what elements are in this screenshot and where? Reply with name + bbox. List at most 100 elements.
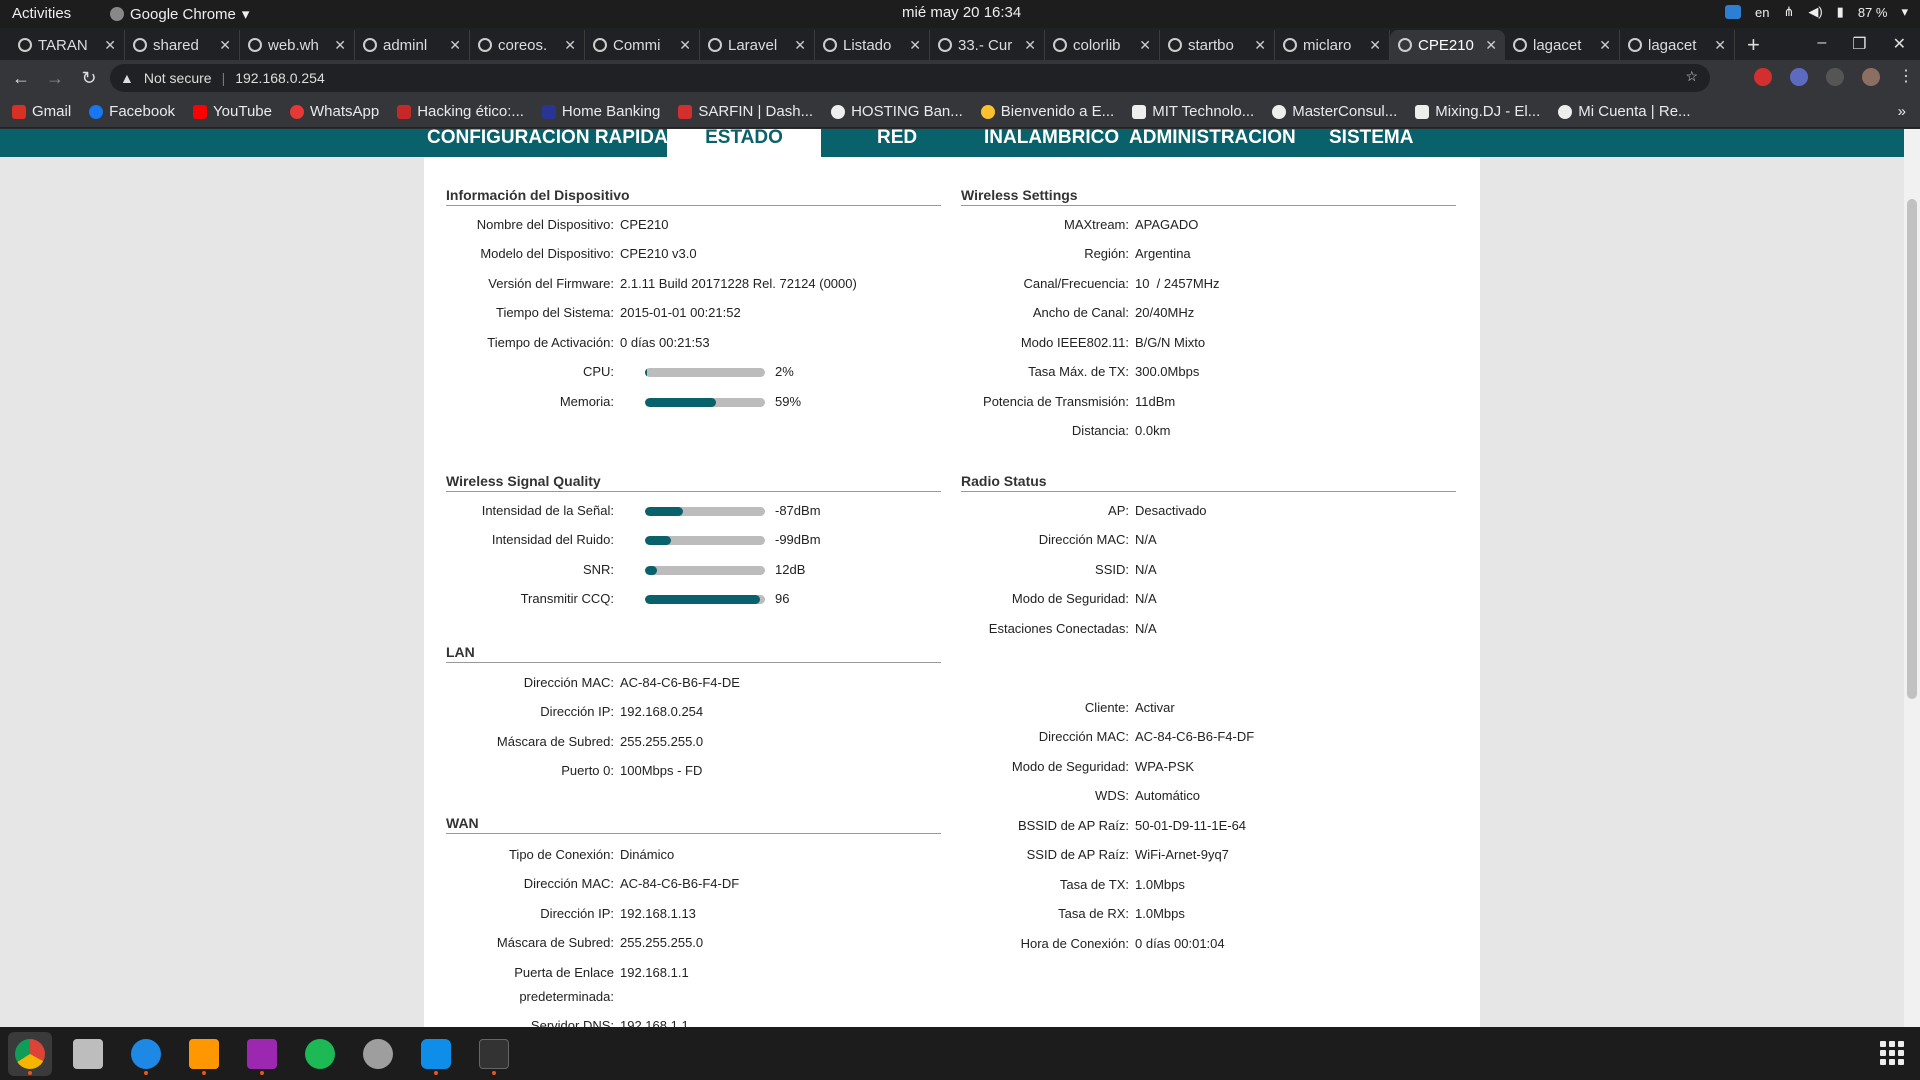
bookmark-hosting[interactable]: HOSTING Ban... bbox=[831, 103, 963, 120]
browser-tab[interactable]: adminl ✕ bbox=[355, 30, 470, 60]
dock-phpstorm[interactable] bbox=[240, 1032, 284, 1076]
close-icon[interactable]: ✕ bbox=[1485, 37, 1497, 54]
star-icon[interactable]: ☆ bbox=[1685, 68, 1698, 85]
close-icon[interactable]: ✕ bbox=[1714, 37, 1726, 54]
security-label[interactable]: Not secure bbox=[144, 70, 212, 86]
close-window-icon[interactable]: ✕ bbox=[1893, 34, 1906, 54]
bookmark-home-banking[interactable]: Home Banking bbox=[541, 103, 660, 120]
minimize-icon[interactable]: – bbox=[1817, 34, 1826, 54]
nav-status[interactable]: ESTADO bbox=[667, 129, 821, 159]
more-bookmarks-icon[interactable]: » bbox=[1898, 103, 1906, 120]
nav-system[interactable]: SISTEMA bbox=[1329, 129, 1419, 157]
clock[interactable]: mié may 20 16:34 bbox=[902, 4, 1021, 21]
info-row: AP: Desactivado bbox=[939, 503, 1207, 521]
bookmark-label: Gmail bbox=[32, 103, 72, 120]
browser-tab[interactable]: Listado ✕ bbox=[815, 30, 930, 60]
reload-icon[interactable]: ↻ bbox=[76, 68, 102, 89]
show-apps-icon[interactable] bbox=[1880, 1041, 1904, 1065]
bookmark-hacking[interactable]: Hacking ético:... bbox=[397, 103, 524, 120]
close-icon[interactable]: ✕ bbox=[449, 37, 461, 54]
chevron-down-icon[interactable]: ▾ bbox=[1901, 4, 1908, 20]
close-icon[interactable]: ✕ bbox=[1254, 37, 1266, 54]
close-icon[interactable]: ✕ bbox=[104, 37, 116, 54]
dock-files[interactable] bbox=[66, 1032, 110, 1076]
close-icon[interactable]: ✕ bbox=[334, 37, 346, 54]
browser-tab[interactable]: lagacet ✕ bbox=[1620, 30, 1735, 60]
close-icon[interactable]: ✕ bbox=[1599, 37, 1611, 54]
bookmark-youtube[interactable]: YouTube bbox=[193, 103, 272, 120]
browser-tab[interactable]: startbo ✕ bbox=[1160, 30, 1275, 60]
nav-network[interactable]: RED bbox=[877, 129, 937, 157]
dock-sublime[interactable] bbox=[182, 1032, 226, 1076]
browser-tab[interactable]: Laravel ✕ bbox=[700, 30, 815, 60]
browser-tab[interactable]: 33.- Cur ✕ bbox=[930, 30, 1045, 60]
close-icon[interactable]: ✕ bbox=[1024, 37, 1036, 54]
close-icon[interactable]: ✕ bbox=[909, 37, 921, 54]
bookmark-gmail[interactable]: Gmail bbox=[12, 103, 71, 120]
language-indicator[interactable]: en bbox=[1755, 5, 1769, 20]
back-icon[interactable]: ← bbox=[8, 68, 34, 89]
bookmark-mi-cuenta[interactable]: Mi Cuenta | Re... bbox=[1558, 103, 1691, 120]
info-label: AP: bbox=[1108, 503, 1129, 518]
battery-icon[interactable]: ▮ bbox=[1837, 4, 1844, 20]
system-tray[interactable]: en ⋔ ◀) ▮ 87 % ▾ bbox=[1724, 4, 1908, 20]
browser-tab[interactable]: colorlib ✕ bbox=[1045, 30, 1160, 60]
close-icon[interactable]: ✕ bbox=[564, 37, 576, 54]
nav-administration[interactable]: ADMINISTRACION bbox=[1129, 129, 1299, 157]
network-icon[interactable]: ⋔ bbox=[1783, 4, 1794, 20]
page-scrollbar[interactable] bbox=[1904, 129, 1920, 1027]
activities-button[interactable]: Activities bbox=[12, 5, 71, 22]
warning-icon[interactable]: ▲ bbox=[120, 70, 134, 86]
browser-tab[interactable]: lagacet ✕ bbox=[1505, 30, 1620, 60]
browser-tab[interactable]: miclaro ✕ bbox=[1275, 30, 1390, 60]
nav-wireless[interactable]: INALAMBRICO bbox=[984, 129, 1120, 157]
dock-spotify[interactable] bbox=[298, 1032, 342, 1076]
forward-icon[interactable]: → bbox=[42, 68, 68, 89]
dock-chrome[interactable] bbox=[8, 1031, 52, 1076]
teamviewer-tray-icon[interactable] bbox=[1724, 5, 1741, 19]
browser-tab[interactable]: web.wh ✕ bbox=[240, 30, 355, 60]
volume-icon[interactable]: ◀) bbox=[1808, 4, 1822, 20]
nav-quick-setup[interactable]: CONFIGURACION RAPIDA bbox=[427, 129, 668, 157]
bookmark-facebook[interactable]: Facebook bbox=[89, 103, 175, 120]
bookmark-label: HOSTING Ban... bbox=[851, 103, 963, 120]
tab-title: Listado bbox=[843, 36, 892, 54]
maximize-icon[interactable]: ❐ bbox=[1852, 34, 1866, 54]
menu-icon[interactable]: ⋮ bbox=[1898, 68, 1914, 86]
close-icon[interactable]: ✕ bbox=[1139, 37, 1151, 54]
bookmark-masterconsul[interactable]: MasterConsul... bbox=[1272, 103, 1397, 120]
browser-tab[interactable]: TARAN ✕ bbox=[10, 30, 125, 60]
bookmark-mit[interactable]: MIT Technolo... bbox=[1132, 103, 1254, 120]
browser-tab[interactable]: shared ✕ bbox=[125, 30, 240, 60]
adblock-icon[interactable] bbox=[1754, 68, 1772, 86]
url-text[interactable]: 192.168.0.254 bbox=[235, 70, 325, 86]
avatar[interactable] bbox=[1862, 68, 1880, 86]
extension-icon[interactable] bbox=[1826, 68, 1844, 86]
omnibox[interactable]: ▲ Not secure | 192.168.0.254 ☆ bbox=[110, 64, 1710, 92]
bookmark-whatsapp[interactable]: WhatsApp bbox=[290, 103, 379, 120]
close-icon[interactable]: ✕ bbox=[1369, 37, 1381, 54]
new-tab-button[interactable]: + bbox=[1735, 30, 1772, 60]
dock-settings[interactable] bbox=[356, 1032, 400, 1076]
bookmark-sarfin[interactable]: SARFIN | Dash... bbox=[678, 103, 813, 120]
dock-terminal[interactable] bbox=[472, 1032, 516, 1076]
app-menu[interactable]: Google Chrome ▾ bbox=[110, 5, 249, 23]
bookmark-bienvenido[interactable]: Bienvenido a E... bbox=[980, 103, 1114, 120]
browser-tab[interactable]: Commi ✕ bbox=[585, 30, 700, 60]
dock-teamviewer[interactable] bbox=[414, 1032, 458, 1076]
address-toolbar: ← → ↻ ▲ Not secure | 192.168.0.254 ☆ ⋮ bbox=[0, 60, 1920, 96]
close-icon[interactable]: ✕ bbox=[219, 37, 231, 54]
info-row: Máscara de Subred: 255.255.255.0 bbox=[424, 734, 703, 752]
info-label: SSID de AP Raíz: bbox=[1026, 847, 1129, 862]
shield-icon[interactable] bbox=[1790, 68, 1808, 86]
close-icon[interactable]: ✕ bbox=[794, 37, 806, 54]
window-controls: – ❐ ✕ bbox=[1817, 34, 1906, 54]
browser-tab[interactable]: coreos. ✕ bbox=[470, 30, 585, 60]
browser-tab-active[interactable]: CPE210 ✕ bbox=[1390, 30, 1505, 60]
scrollbar-thumb[interactable] bbox=[1907, 199, 1917, 699]
bookmark-mixing[interactable]: Mixing.DJ - El... bbox=[1415, 103, 1540, 120]
dock-thunderbird[interactable] bbox=[124, 1032, 168, 1076]
info-row: Puerta de Enlace 192.168.1.1 bbox=[424, 965, 688, 983]
site-icon bbox=[980, 104, 995, 119]
close-icon[interactable]: ✕ bbox=[679, 37, 691, 54]
